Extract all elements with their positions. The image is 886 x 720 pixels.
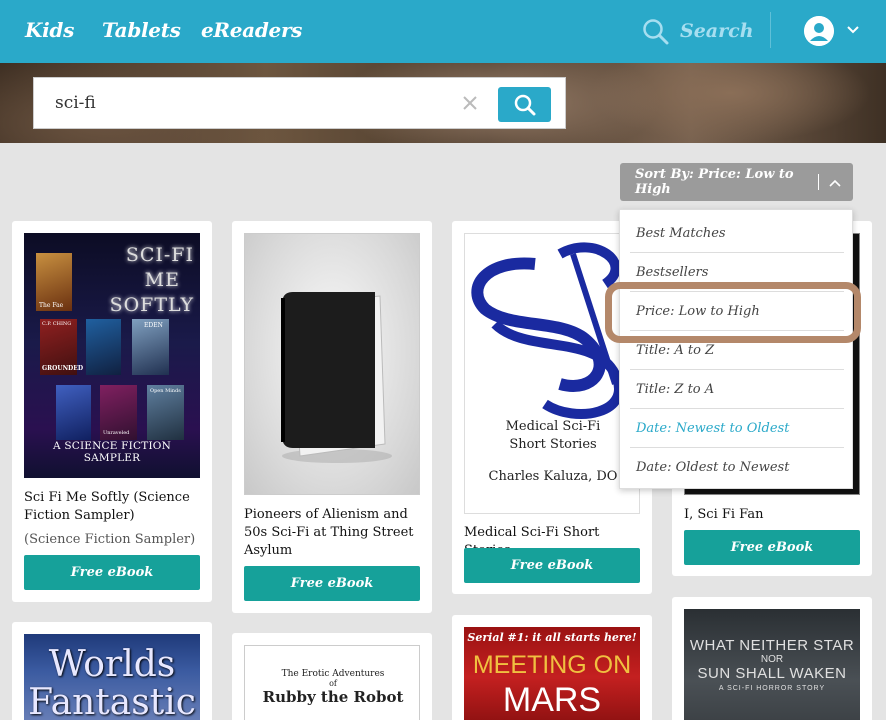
- cover-line2: Fantastic: [28, 682, 196, 720]
- book-card[interactable]: Pioneers of Alienism and 50s Sci-Fi at T…: [232, 221, 432, 613]
- menu-divider: [630, 447, 844, 448]
- nav-divider: [770, 12, 771, 48]
- nav-search-label: Search: [680, 20, 754, 42]
- cover-author: Charles Kaluza, DO: [488, 469, 618, 484]
- mini-cover: [56, 385, 91, 440]
- sort-option-best-matches[interactable]: Best Matches: [636, 226, 726, 241]
- sort-separator: [818, 174, 819, 190]
- book-subtitle: (Science Fiction Sampler): [24, 532, 196, 547]
- cover-banner: Serial #1: it all starts here!: [467, 631, 637, 644]
- sort-option-title-z-a[interactable]: Title: Z to A: [636, 382, 714, 397]
- cover-line4: A SCI-FI HORROR STORY: [718, 685, 826, 692]
- sort-menu: Best Matches Bestsellers Price: Low to H…: [619, 209, 853, 489]
- cover-line1: Worlds: [48, 644, 176, 685]
- mini-cover: C.P. CHING GROUNDED: [40, 319, 83, 375]
- book-card[interactable]: WHAT NEITHER STAR NOR SUN SHALL WAKEN A …: [672, 597, 872, 720]
- cover-line2: MARS: [502, 681, 602, 719]
- cover-line2: of: [329, 679, 337, 688]
- nav-kids[interactable]: Kids: [25, 18, 74, 42]
- sort-option-date-newest[interactable]: Date: Newest to Oldest: [636, 421, 789, 436]
- book-card[interactable]: The Erotic Adventures of Rubby the Robot: [232, 633, 432, 720]
- sort-option-date-oldest[interactable]: Date: Oldest to Newest: [636, 460, 789, 475]
- cover-line1: SCI-FI: [125, 244, 194, 266]
- book-cover[interactable]: Medical Sci-Fi Short Stories Charles Kal…: [464, 233, 640, 514]
- cover-line3: SUN SHALL WAKEN: [697, 665, 847, 682]
- menu-divider: [630, 369, 844, 370]
- mini-cover: The Fae: [36, 253, 72, 311]
- search-button[interactable]: [498, 87, 551, 122]
- book-title[interactable]: I, Sci Fi Fan: [684, 506, 860, 524]
- search-icon: [643, 18, 669, 44]
- cover-line1: The Erotic Adventures: [281, 669, 385, 679]
- book-card[interactable]: Serial #1: it all starts here! MEETING O…: [452, 615, 652, 720]
- mini-cover: EDEN: [132, 319, 169, 375]
- free-ebook-button[interactable]: Free eBook: [24, 555, 200, 590]
- book-cover[interactable]: The Erotic Adventures of Rubby the Robot: [244, 645, 420, 720]
- free-ebook-button[interactable]: Free eBook: [684, 530, 860, 565]
- nav-tablets[interactable]: Tablets: [102, 18, 181, 42]
- mini-cover: [86, 319, 121, 375]
- book-title[interactable]: Sci Fi Me Softly (Science Fiction Sample…: [24, 489, 200, 525]
- book-icon: [281, 292, 392, 463]
- top-nav: Kids Tablets eReaders Search: [0, 0, 886, 63]
- highlight-ring: [605, 282, 861, 343]
- free-ebook-button[interactable]: Free eBook: [464, 548, 640, 583]
- mini-cover: Open Minds: [147, 385, 184, 440]
- cover-footer: A SCIENCE FICTION SAMPLER: [53, 440, 171, 464]
- cover-line3: Rubby the Robot: [262, 688, 404, 706]
- sort-dropdown[interactable]: Sort By: Price: Low to High: [620, 163, 853, 201]
- book-cover[interactable]: [244, 233, 420, 495]
- cover-line1: WHAT NEITHER STAR: [689, 637, 855, 654]
- sort-option-bestsellers[interactable]: Bestsellers: [636, 265, 708, 280]
- sort-label: Sort By: Price: Low to High: [635, 167, 794, 197]
- book-title[interactable]: Pioneers of Alienism and 50s Sci-Fi at T…: [244, 506, 420, 560]
- search-input[interactable]: sci-fi: [55, 93, 96, 113]
- book-cover[interactable]: Worlds Fantastic: [24, 634, 200, 720]
- book-cover[interactable]: WHAT NEITHER STAR NOR SUN SHALL WAKEN A …: [684, 609, 860, 720]
- cover-line1: Medical Sci-Fi: [505, 419, 601, 434]
- avatar-icon[interactable]: [804, 16, 834, 46]
- sort-option-title-a-z[interactable]: Title: A to Z: [636, 343, 714, 358]
- mini-cover: Unraveled: [100, 385, 137, 440]
- search-box: sci-fi: [33, 77, 566, 129]
- search-icon: [514, 94, 535, 115]
- book-cover[interactable]: Serial #1: it all starts here! MEETING O…: [464, 627, 640, 720]
- nav-search-link[interactable]: Search: [642, 16, 754, 46]
- book-card[interactable]: SCI-FI ME SOFTLY The Fae C.P. CHING GROUN…: [12, 221, 212, 602]
- chevron-up-icon: [829, 179, 841, 187]
- menu-divider: [630, 408, 844, 409]
- cover-line3: SOFTLY: [109, 294, 194, 316]
- cover-line2: NOR: [760, 654, 784, 665]
- close-icon[interactable]: [460, 93, 480, 113]
- book-card[interactable]: Worlds Fantastic: [12, 622, 212, 720]
- book-cover[interactable]: SCI-FI ME SOFTLY The Fae C.P. CHING GROUN…: [24, 233, 200, 478]
- chevron-down-icon[interactable]: [846, 25, 860, 35]
- menu-divider: [630, 252, 844, 253]
- cover-line2: Short Stories: [509, 437, 597, 452]
- free-ebook-button[interactable]: Free eBook: [244, 566, 420, 601]
- cover-line1: MEETING ON: [472, 651, 632, 679]
- nav-ereaders[interactable]: eReaders: [201, 18, 302, 42]
- cover-line2: ME: [144, 269, 180, 291]
